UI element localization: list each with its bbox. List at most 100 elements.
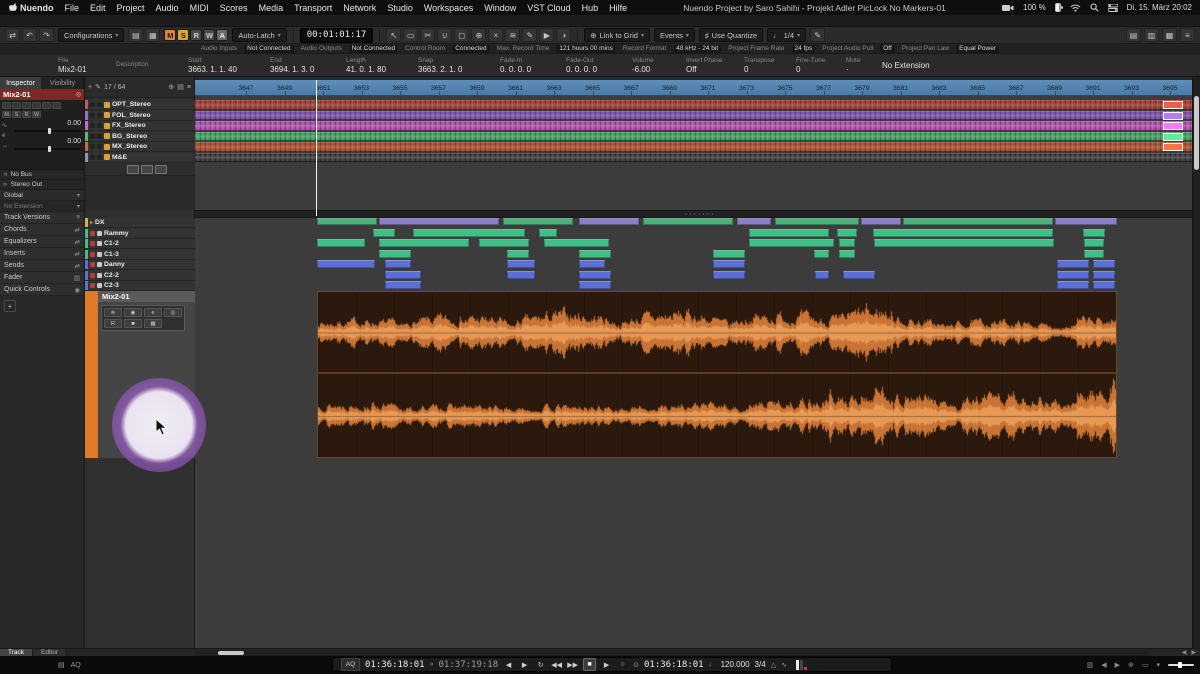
track-row-fol-stereo[interactable]: FOL_Stereo <box>85 111 195 121</box>
midi-event-c2-3[interactable] <box>579 281 611 289</box>
automation-a-button[interactable]: A <box>216 29 228 41</box>
midi-event-c2-2[interactable] <box>507 271 535 279</box>
zoom-tracks-icon[interactable]: ⊕ <box>168 83 174 91</box>
info-field-start[interactable]: Start3663. 1. 1. 40 <box>188 54 270 76</box>
track-color-strip[interactable] <box>85 291 99 458</box>
forward-button[interactable]: ▶▶ <box>567 659 578 670</box>
status-value[interactable]: 48 kHz - 24 bit <box>673 45 721 53</box>
filter-tracks-icon[interactable]: ≡ <box>187 84 191 91</box>
info-field-fade-in[interactable]: Fade-In0. 0. 0. 0 <box>500 54 566 76</box>
mute-button[interactable] <box>90 102 95 107</box>
status-value[interactable]: 121 hours 00 mins <box>556 45 615 53</box>
redo-icon[interactable]: ↷ <box>39 28 54 42</box>
solo-button[interactable] <box>97 113 102 118</box>
status-value[interactable]: 24 fps <box>792 45 816 53</box>
range-selection-tool[interactable]: ▭ <box>403 28 418 42</box>
midi-event-danny[interactable] <box>713 260 745 268</box>
selected-track-button-6[interactable]: ■ <box>124 319 142 328</box>
track-settings-icon[interactable]: ◎ <box>76 91 81 98</box>
info-field-extension[interactable]: No Extension <box>882 54 972 76</box>
dx-folder-event[interactable] <box>737 218 771 225</box>
project-cursor[interactable] <box>316 80 317 216</box>
info-field-length[interactable]: Length41. 0. 1. 80 <box>346 54 418 76</box>
midi-event-danny[interactable] <box>579 260 605 268</box>
track-row-bg-stereo[interactable]: BG_Stereo <box>85 132 195 142</box>
mute-tool[interactable]: × <box>488 28 503 42</box>
status-value[interactable]: Not Connected <box>349 45 398 53</box>
inspector-mini-button-5[interactable] <box>42 102 51 109</box>
menu-project[interactable]: Project <box>117 3 145 13</box>
me-button-3[interactable] <box>155 165 167 174</box>
solo-button[interactable] <box>97 102 102 107</box>
track-color-strip[interactable] <box>85 121 88 130</box>
control-center-icon[interactable] <box>1108 3 1118 13</box>
apple-logo-icon[interactable] <box>8 3 20 13</box>
mute-button[interactable] <box>90 262 95 267</box>
inspector-side-icon-1[interactable]: ∿ <box>2 122 8 129</box>
midi-event-c1-3[interactable] <box>713 250 745 258</box>
midi-event-rammy[interactable] <box>413 229 525 237</box>
track-color-strip[interactable] <box>85 218 88 227</box>
nudge-right-icon[interactable]: ▶ <box>1115 661 1120 669</box>
collapse-icon[interactable]: ▾ <box>1156 661 1160 669</box>
info-field-snap[interactable]: Snap3663. 2. 1. 0 <box>418 54 500 76</box>
record-button[interactable]: ○ <box>617 659 628 670</box>
track-row-c1-3[interactable]: C1-3 <box>85 250 195 260</box>
zoom-out-icon[interactable]: ◀ <box>1182 649 1187 656</box>
track-row-c2-3[interactable]: C2-3 <box>85 281 195 291</box>
me-button-2[interactable] <box>141 165 153 174</box>
event-tail-block[interactable] <box>1163 112 1183 120</box>
automation-m-button[interactable]: M <box>164 29 176 41</box>
inspector-section-quick-controls[interactable]: Quick Controls◉ <box>0 284 84 296</box>
track-agents-icon[interactable]: ▤ <box>177 83 184 91</box>
horizontal-scrollbar-thumb[interactable] <box>218 651 244 655</box>
dx-folder-event[interactable] <box>775 218 859 225</box>
info-field-end[interactable]: End3694. 1. 3. 0 <box>270 54 346 76</box>
audition-aq-label[interactable]: AQ <box>71 662 81 669</box>
selected-track-button-3[interactable]: e <box>144 308 162 317</box>
automation-global-dropdown[interactable]: Global ▾ <box>0 190 84 201</box>
zones-icon[interactable]: ▦ <box>145 28 160 42</box>
selected-track-button-1[interactable]: ≋ <box>104 308 122 317</box>
track-row-m-e[interactable]: M&E <box>85 153 195 163</box>
primary-time-display[interactable]: 00:01:01:17 <box>300 28 374 43</box>
track-color-strip[interactable] <box>85 239 88 248</box>
inspector-section-track-versions[interactable]: Track Versions≡ <box>0 212 84 224</box>
record-enable-icon[interactable] <box>104 154 110 160</box>
midi-event-c1-2[interactable] <box>479 239 529 247</box>
midi-event-rammy[interactable] <box>873 229 1053 237</box>
zoom-in-icon[interactable]: ▶ <box>1191 649 1196 656</box>
midi-event-c1-2[interactable] <box>749 239 834 247</box>
exchange-time-icon[interactable]: » <box>430 661 434 668</box>
selected-track-name[interactable]: Mix2-01 <box>98 291 195 302</box>
keyboard-icon[interactable]: ▥ <box>1087 661 1094 669</box>
transport-primary-time[interactable]: 01:36:18:01 <box>365 660 425 670</box>
record-enable-icon[interactable] <box>104 123 110 129</box>
volume-value[interactable]: 0.00 <box>14 120 81 127</box>
tab-visibility[interactable]: Visibility <box>42 77 84 89</box>
draw-tool[interactable]: ✎ <box>522 28 537 42</box>
dx-folder-event[interactable] <box>643 218 733 225</box>
tab-inspector[interactable]: Inspector <box>0 77 42 89</box>
record-enable-icon[interactable] <box>104 112 110 118</box>
midi-event-c2-3[interactable] <box>1057 281 1089 289</box>
menu-vst-cloud[interactable]: VST Cloud <box>527 3 570 13</box>
menu-network[interactable]: Network <box>343 3 376 13</box>
menu-file[interactable]: File <box>65 3 80 13</box>
midi-event-danny[interactable] <box>385 260 411 268</box>
event-tail-block[interactable] <box>1163 101 1183 109</box>
zoom-in-icon[interactable]: ⊕ <box>1128 661 1134 669</box>
me-button-1[interactable] <box>127 165 139 174</box>
menu-nuendo[interactable]: Nuendo <box>20 3 54 13</box>
mute-button[interactable] <box>90 144 95 149</box>
inspector-mini-button-4[interactable] <box>32 102 41 109</box>
setup-window-icon[interactable]: ▤ <box>128 28 143 42</box>
object-selection-tool[interactable]: ↖ <box>386 28 401 42</box>
pan-value[interactable]: 0.00 <box>14 138 81 145</box>
sync-icon[interactable]: ⇄ <box>5 28 20 42</box>
undo-icon[interactable]: ↶ <box>22 28 37 42</box>
screen-record-icon[interactable] <box>1002 3 1014 13</box>
midi-event-c2-2[interactable] <box>385 271 421 279</box>
mute-button[interactable] <box>90 113 95 118</box>
mute-button[interactable] <box>90 134 95 139</box>
